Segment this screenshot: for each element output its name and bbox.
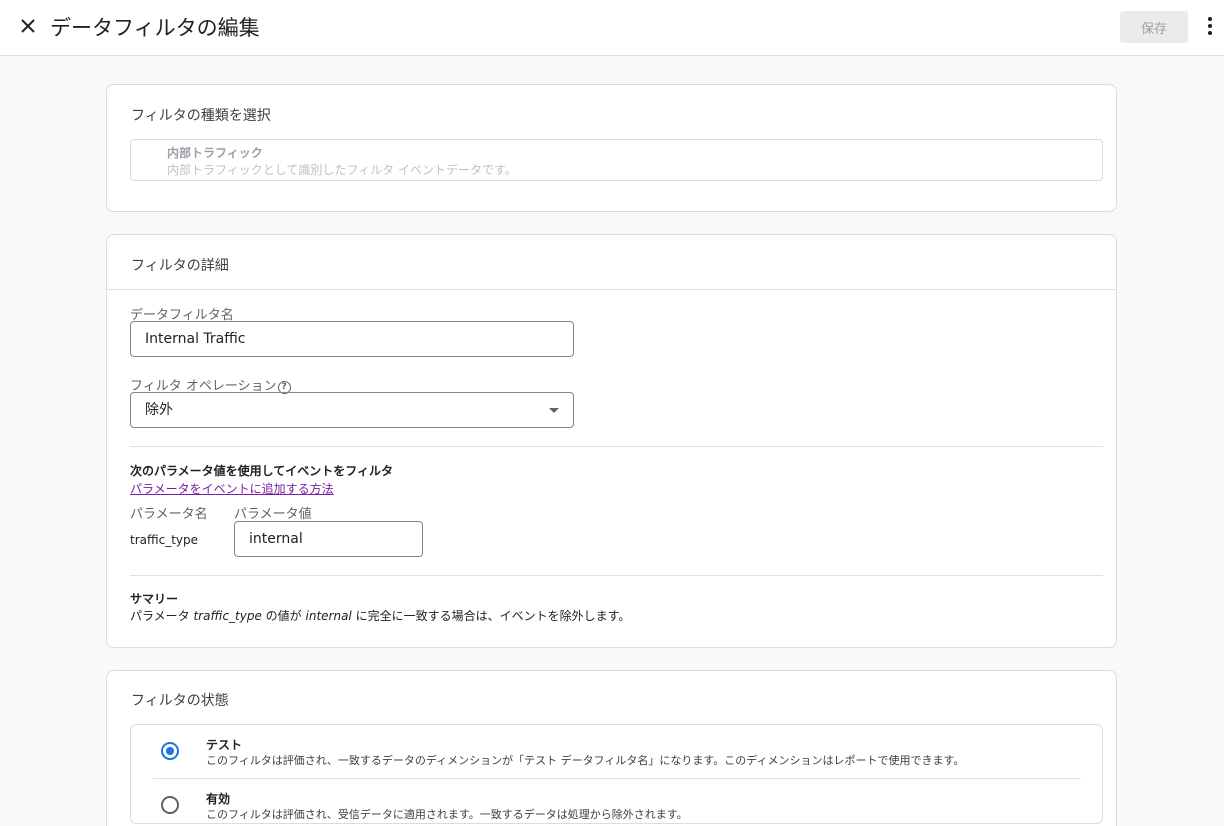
summary-value: internal [305,609,352,623]
summary-middle: の値が [261,609,306,623]
param-value-column-label: パラメータ値 [234,507,312,522]
param-name-column-label: パラメータ名 [130,507,208,522]
divider [130,575,1103,576]
filter-name-input[interactable]: Internal Traffic [130,321,574,357]
radio-active[interactable] [161,796,179,814]
add-param-help-link[interactable]: パラメータをイベントに追加する方法 [130,480,334,497]
divider [153,778,1081,779]
save-button[interactable]: 保存 [1120,11,1188,43]
filter-type-card: フィルタの種類を選択 内部トラフィック 内部トラフィックとして識別したフィルタ … [106,84,1117,212]
summary-text: パラメータ traffic_type の値が internal に完全に一致する… [130,607,630,624]
more-vert-icon[interactable] [1200,15,1220,39]
param-filter-heading: 次のパラメータ値を使用してイベントをフィルタ [130,464,394,478]
radio-test[interactable] [161,742,179,760]
filter-details-title: フィルタの詳細 [131,258,229,274]
summary-param: traffic_type [193,609,262,623]
divider [130,446,1103,447]
option-test-title: テスト [206,738,243,752]
filter-status-title: フィルタの状態 [131,693,229,709]
filter-details-card: フィルタの詳細 データフィルタ名 Internal Traffic フィルタ オ… [106,234,1117,648]
summary-suffix: に完全に一致する場合は、イベントを除外します。 [351,609,631,623]
top-app-bar: データフィルタの編集 保存 [0,0,1224,56]
filter-operation-value: 除外 [145,402,173,418]
filter-type-name: 内部トラフィック [167,146,263,160]
summary-prefix: パラメータ [130,609,194,623]
option-active-title: 有効 [206,792,231,806]
filter-operation-select[interactable]: 除外 [130,392,574,428]
filter-status-options: テスト このフィルタは評価され、一致するデータのディメンションが「テスト データ… [130,724,1103,824]
option-test-description: このフィルタは評価され、一致するデータのディメンションが「テスト データフィルタ… [206,754,965,767]
filter-type-description: 内部トラフィックとして識別したフィルタ イベントデータです。 [167,163,517,177]
param-value-input[interactable]: internal [234,521,423,557]
filter-type-title: フィルタの種類を選択 [131,108,271,124]
close-icon[interactable] [16,14,40,38]
filter-status-card: フィルタの状態 テスト このフィルタは評価され、一致するデータのディメンションが… [106,670,1117,826]
page-title: データフィルタの編集 [50,16,260,40]
filter-type-selector[interactable]: 内部トラフィック 内部トラフィックとして識別したフィルタ イベントデータです。 [130,139,1103,181]
dropdown-arrow-icon [549,408,559,413]
param-name: traffic_type [130,533,198,547]
summary-heading: サマリー [130,592,179,606]
divider [107,289,1116,290]
option-active-description: このフィルタは評価され、受信データに適用されます。一致するデータは処理から除外さ… [206,808,688,821]
